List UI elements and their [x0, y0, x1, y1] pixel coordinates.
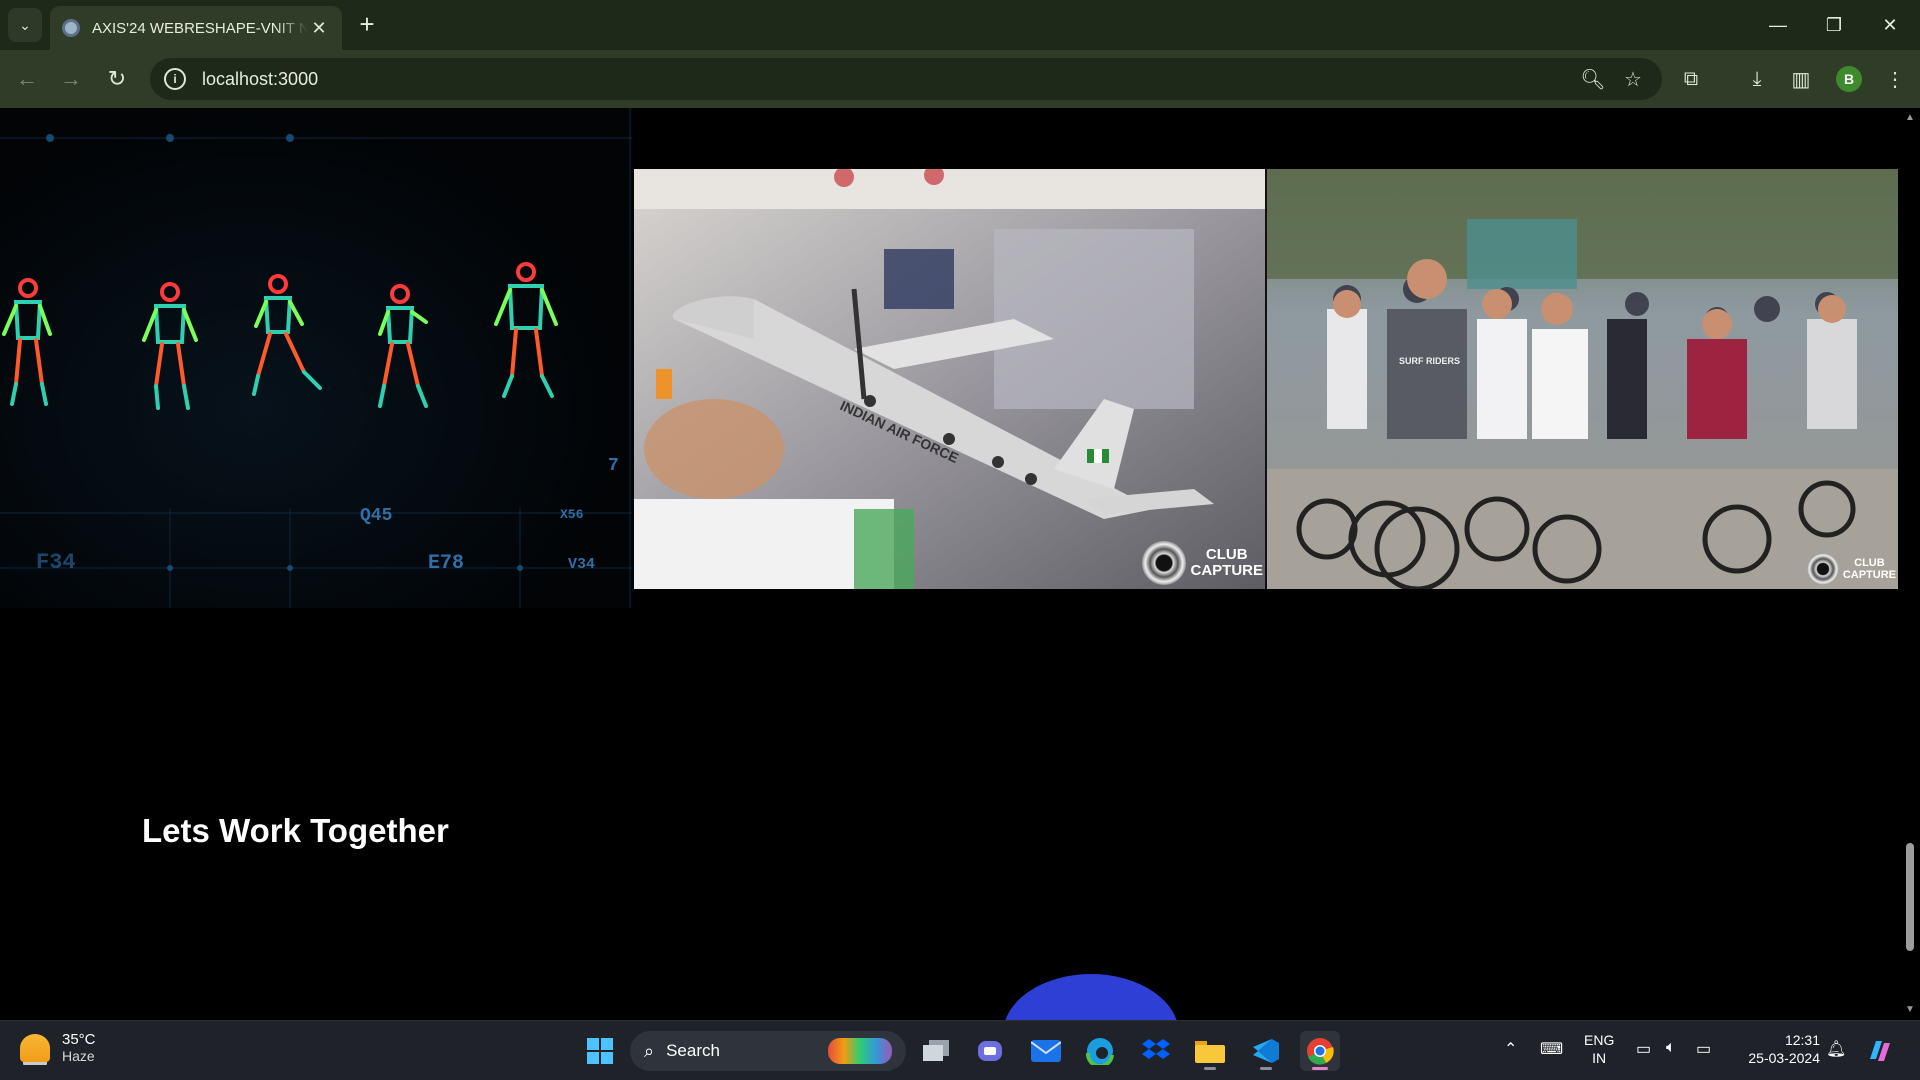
page-viewport: Q45 X56 7 F34 E78 V34 INDIAN AIR FORCE C… — [0, 108, 1900, 1020]
browser-toolbar: ← → ↻ i localhost:3000 🔍︎ ☆ ⧉ ⤓ ▥ ⋮ — [0, 50, 1920, 108]
camera-lens-icon — [1806, 553, 1839, 585]
haze-weather-icon — [20, 1033, 50, 1062]
hud-label-e78: E78 — [428, 552, 464, 575]
weather-condition: Haze — [62, 1048, 95, 1064]
search-highlight-holi-icon — [828, 1038, 892, 1064]
gallery-photo-cycling-rally[interactable]: SURF RIDERS CLUB CAPTURE — [1267, 169, 1898, 589]
profile-avatar[interactable]: B — [1836, 66, 1862, 92]
tab-title: AXIS'24 WEBRESHAPE-VNIT NAGPUR — [92, 19, 308, 37]
scrollbar-thumb[interactable] — [1906, 843, 1914, 951]
minimize-icon[interactable]: — — [1750, 0, 1806, 50]
clock-date: 25-03-2024 — [1748, 1050, 1820, 1066]
club-capture-watermark: CLUB CAPTURE — [1806, 553, 1896, 585]
tab-strip: ⌄ AXIS'24 WEBRESHAPE-VNIT NAGPUR ✕ + — ❐… — [0, 0, 1920, 50]
hud-label-x56: X56 — [560, 507, 584, 522]
temperature: 35°C — [62, 1031, 96, 1048]
club-capture-watermark: CLUB CAPTURE — [1142, 541, 1263, 585]
hud-graphic: Q45 X56 7 F34 E78 V34 — [0, 108, 632, 608]
system-clock[interactable]: 12:31 25-03-2024 — [1736, 1031, 1820, 1067]
reload-icon[interactable]: ↻ — [102, 64, 132, 94]
hud-label-v34: V34 — [568, 556, 595, 573]
show-hidden-icons-chevron-icon[interactable]: ⌃ — [1504, 1039, 1517, 1059]
photo-gallery: INDIAN AIR FORCE CLUB CAPTURE SURF RIDER… — [634, 169, 1898, 589]
zoom-icon[interactable]: 🔍︎ — [1578, 64, 1608, 94]
dancer-figure — [2, 278, 52, 406]
tab-close-icon[interactable]: ✕ — [308, 18, 330, 39]
copilot-icon[interactable] — [1860, 1031, 1900, 1071]
side-panel-icon[interactable]: ▥ — [1786, 64, 1816, 94]
hud-label-q45: Q45 — [360, 506, 392, 526]
teams-chat-icon[interactable] — [970, 1031, 1010, 1071]
keyboard-icon[interactable]: ⌨ — [1540, 1039, 1563, 1059]
search-label: Search — [666, 1041, 720, 1060]
dancer-figure — [494, 262, 558, 398]
task-view-icon[interactable] — [916, 1031, 956, 1071]
mail-icon[interactable] — [1026, 1031, 1066, 1071]
forward-arrow-icon[interactable]: → — [56, 64, 86, 94]
download-icon[interactable]: ⤓ — [1742, 64, 1772, 94]
aircraft-photo-graphic: INDIAN AIR FORCE — [634, 169, 1265, 589]
taskbar-search-box[interactable]: ⌕ Search — [630, 1031, 906, 1071]
weather-widget[interactable]: 35°C Haze — [20, 1031, 96, 1064]
menu-kebab-icon[interactable]: ⋮ — [1880, 64, 1910, 94]
close-window-icon[interactable]: ✕ — [1862, 0, 1918, 50]
dancer-figure — [142, 282, 198, 410]
new-tab-button[interactable]: + — [352, 10, 382, 40]
neon-dancers-image: Q45 X56 7 F34 E78 V34 — [0, 108, 632, 608]
dancer-figure — [252, 274, 322, 396]
tab-search-chevron-icon[interactable]: ⌄ — [8, 8, 42, 42]
clock-time: 12:31 — [1784, 1032, 1820, 1048]
chrome-taskbar-icon[interactable] — [1300, 1031, 1340, 1071]
extensions-icon[interactable]: ⧉ — [1676, 64, 1706, 94]
dropbox-icon[interactable] — [1136, 1031, 1176, 1071]
page-scrollbar[interactable]: ▲ ▼ — [1900, 108, 1920, 1020]
gallery-photo-aircraft-model[interactable]: INDIAN AIR FORCE CLUB CAPTURE — [634, 169, 1265, 589]
windows-taskbar: 35°C Haze ⌕ Search ⌃ ⌨ ENG IN ▭ 🔈︎ ▭ 12:… — [0, 1020, 1920, 1080]
network-icon[interactable]: ▭ — [1636, 1039, 1651, 1059]
shirt-text: SURF RIDERS — [1399, 356, 1460, 366]
search-icon: ⌕ — [644, 1040, 655, 1061]
language-indicator[interactable]: ENG IN — [1584, 1031, 1614, 1067]
edge-browser-icon[interactable] — [1080, 1031, 1120, 1071]
camera-lens-icon — [1142, 541, 1187, 585]
hud-label-7: 7 — [608, 456, 619, 476]
scroll-up-arrow-icon[interactable]: ▲ — [1904, 112, 1916, 123]
vscode-icon[interactable] — [1246, 1031, 1286, 1071]
url-text[interactable]: localhost:3000 — [202, 69, 1568, 90]
volume-icon[interactable]: 🔈︎ — [1666, 1039, 1676, 1057]
notification-bell-icon[interactable]: 🔔︎ — [1826, 1039, 1846, 1059]
cycling-photo-graphic: SURF RIDERS — [1267, 169, 1898, 589]
active-tab[interactable]: AXIS'24 WEBRESHAPE-VNIT NAGPUR ✕ — [50, 6, 342, 50]
address-bar[interactable]: i localhost:3000 🔍︎ ☆ — [150, 58, 1662, 100]
battery-icon[interactable]: ▭ — [1696, 1039, 1711, 1059]
start-windows-icon[interactable] — [580, 1031, 620, 1071]
file-explorer-icon[interactable] — [1190, 1031, 1230, 1071]
restore-icon[interactable]: ❐ — [1806, 0, 1862, 50]
site-info-icon[interactable]: i — [164, 68, 186, 90]
tab-favicon-icon — [62, 19, 80, 37]
decorative-blue-circle — [1003, 974, 1179, 1020]
back-arrow-icon[interactable]: ← — [12, 64, 42, 94]
hud-label-f34: F34 — [36, 550, 76, 575]
bookmark-star-icon[interactable]: ☆ — [1618, 64, 1648, 94]
section-heading: Lets Work Together — [142, 812, 449, 849]
scroll-down-arrow-icon[interactable]: ▼ — [1904, 1004, 1916, 1015]
dancer-figure — [378, 284, 428, 408]
